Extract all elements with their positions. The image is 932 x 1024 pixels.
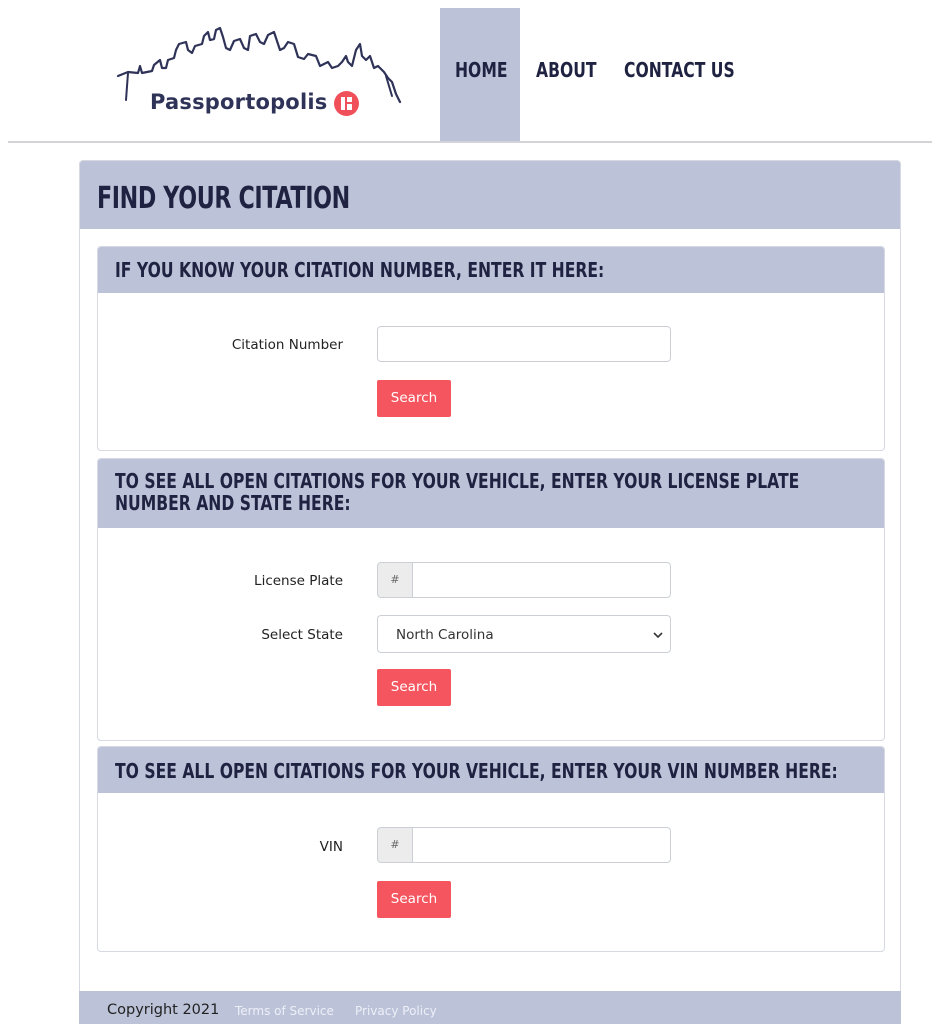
privacy-policy-link[interactable]: Privacy Policy bbox=[355, 1004, 437, 1018]
license-plate-label: License Plate bbox=[254, 573, 343, 589]
site-footer: Copyright 2021 Terms of Service Privacy … bbox=[79, 991, 901, 1024]
site-logo[interactable]: Passportopolis bbox=[116, 22, 402, 134]
card-header: FIND YOUR CITATION bbox=[80, 161, 900, 229]
nav-contact[interactable]: CONTACT US bbox=[624, 58, 766, 82]
brand-badge-icon bbox=[334, 91, 359, 116]
nav-contact-label: CONTACT US bbox=[624, 58, 735, 82]
panel-heading: IF YOU KNOW YOUR CITATION NUMBER, ENTER … bbox=[115, 258, 605, 282]
vin-input[interactable] bbox=[412, 827, 671, 863]
hash-prefix: # bbox=[377, 827, 413, 863]
nav-home[interactable]: HOME bbox=[440, 8, 520, 141]
panel-header: TO SEE ALL OPEN CITATIONS FOR YOUR VEHIC… bbox=[98, 747, 884, 793]
panel-header: IF YOU KNOW YOUR CITATION NUMBER, ENTER … bbox=[98, 247, 884, 293]
header-divider bbox=[8, 141, 932, 143]
panel-header: TO SEE ALL OPEN CITATIONS FOR YOUR VEHIC… bbox=[98, 459, 884, 528]
panel-heading: TO SEE ALL OPEN CITATIONS FOR YOUR VEHIC… bbox=[115, 759, 838, 783]
search-citation-button[interactable]: Search bbox=[377, 380, 451, 417]
state-select[interactable]: North Carolina bbox=[377, 615, 671, 653]
terms-of-service-link[interactable]: Terms of Service bbox=[235, 1004, 334, 1018]
vin-label: VIN bbox=[319, 839, 343, 855]
nav-about[interactable]: ABOUT bbox=[536, 58, 614, 82]
page-title: FIND YOUR CITATION bbox=[97, 181, 350, 216]
license-plate-group: # bbox=[377, 562, 671, 598]
search-plate-button[interactable]: Search bbox=[377, 669, 451, 706]
citation-number-panel: IF YOU KNOW YOUR CITATION NUMBER, ENTER … bbox=[97, 246, 885, 451]
state-select-value: North Carolina bbox=[396, 627, 494, 643]
license-plate-panel: TO SEE ALL OPEN CITATIONS FOR YOUR VEHIC… bbox=[97, 458, 885, 741]
citation-search-card: FIND YOUR CITATION IF YOU KNOW YOUR CITA… bbox=[79, 160, 901, 1024]
citation-number-input[interactable] bbox=[377, 326, 671, 362]
vin-panel: TO SEE ALL OPEN CITATIONS FOR YOUR VEHIC… bbox=[97, 746, 885, 952]
citation-number-label: Citation Number bbox=[231, 337, 343, 353]
select-state-label: Select State bbox=[261, 627, 343, 643]
city-skyline-logo bbox=[116, 26, 402, 104]
copyright-text: Copyright 2021 bbox=[107, 1002, 220, 1018]
chevron-down-icon bbox=[652, 628, 664, 646]
brand-name: Passportopolis bbox=[150, 90, 328, 114]
license-plate-input[interactable] bbox=[412, 562, 671, 598]
vin-group: # bbox=[377, 827, 671, 863]
panel-heading: TO SEE ALL OPEN CITATIONS FOR YOUR VEHIC… bbox=[115, 469, 800, 515]
hash-prefix: # bbox=[377, 562, 413, 598]
nav-about-label: ABOUT bbox=[536, 58, 597, 82]
site-header: Passportopolis HOME ABOUT CONTACT US bbox=[0, 0, 932, 143]
search-vin-button[interactable]: Search bbox=[377, 881, 451, 918]
nav-home-label: HOME bbox=[455, 58, 508, 82]
